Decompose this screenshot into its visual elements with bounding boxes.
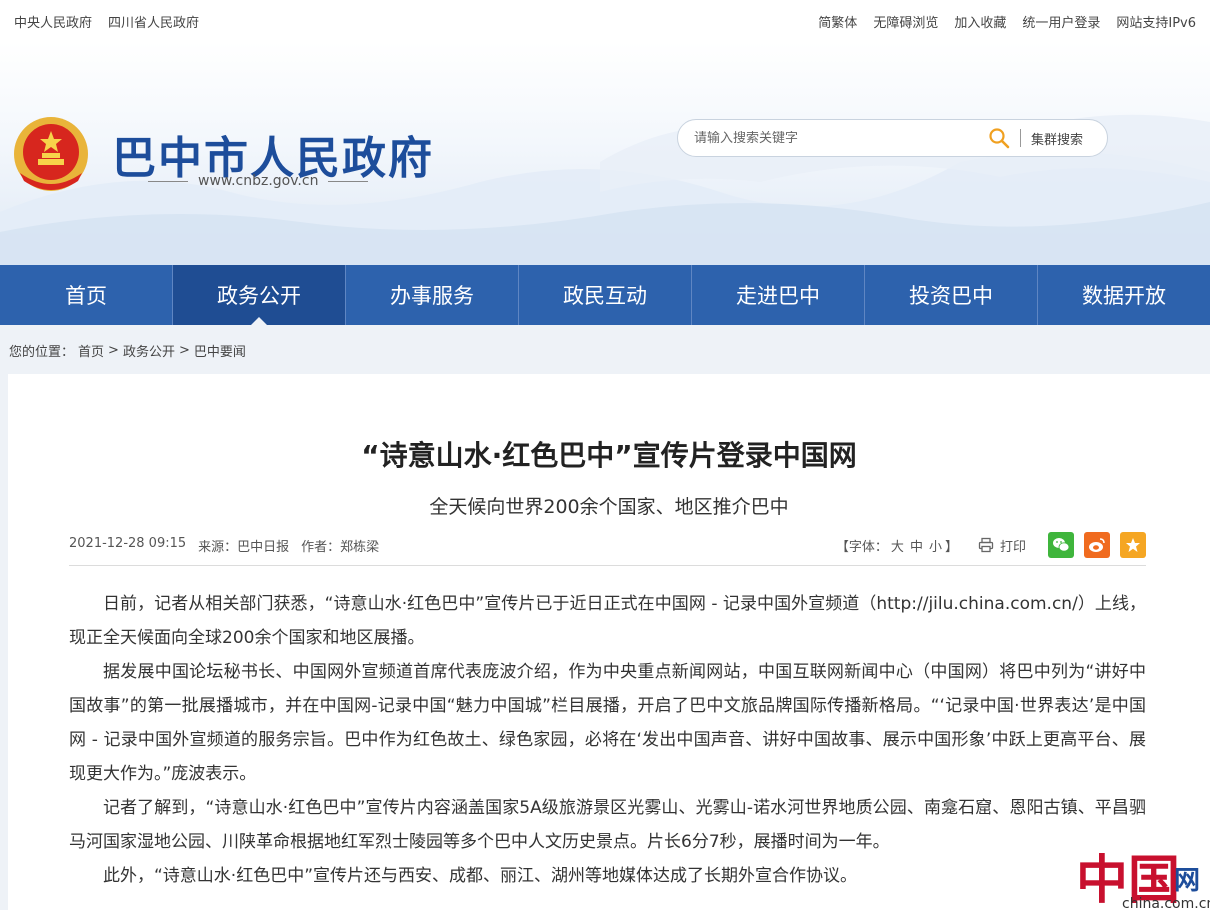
meta-tools: 【字体：大中小】 打印 [836,532,1146,558]
breadcrumb: 您的位置： 首页 > 政务公开 > 巴中要闻 [0,325,1210,375]
font-label-open: 【字体： [835,539,888,555]
article-title: “诗意山水·红色巴中”宣传片登录中国网 [361,439,857,472]
printer-icon [978,537,994,553]
link-sichuan-gov[interactable]: 四川省人民政府 [108,12,199,31]
breadcrumb-bazhong-news[interactable]: 巴中要闻 [194,341,246,360]
link-add-favorite[interactable]: 加入收藏 [954,12,1006,31]
nav-item-gov-affairs[interactable]: 政务公开 [173,265,346,325]
meta-info: 2021-12-28 09:15 来源：巴中日报 作者：郑栋梁 [69,536,379,555]
breadcrumb-separator: > [178,342,190,358]
share-favorite-button[interactable] [1120,532,1146,558]
search-icon[interactable] [988,127,1010,149]
publish-datetime: 2021-12-28 09:15 [69,535,187,551]
site-url-text: www.cnbz.gov.cn [198,173,319,189]
breadcrumb-home[interactable]: 首页 [78,341,104,360]
top-bar: 中央人民政府 四川省人民政府 简繁体 无障碍浏览 加入收藏 统一用户登录 网站支… [0,0,1210,42]
breadcrumb-separator: > [108,342,119,358]
nav-item-about-bazhong[interactable]: 走进巴中 [692,265,865,325]
search-separator [1020,129,1021,147]
share-weibo-button[interactable] [1084,532,1110,558]
article-panel: “诗意山水·红色巴中”宣传片登录中国网 全天候向世界200余个国家、地区推介巴中… [8,374,1210,910]
link-simplified-traditional[interactable]: 简繁体 [818,12,857,31]
link-accessibility[interactable]: 无障碍浏览 [873,12,938,31]
national-emblem-icon [14,117,88,191]
article-paragraph: 据发展中国论坛秘书长、中国网外宣频道首席代表庞波介绍，作为中央重点新闻网站，中国… [69,662,1146,784]
article-subtitle: 全天候向世界200余个国家、地区推介巴中 [429,496,789,518]
star-icon [1126,538,1140,552]
font-large-button[interactable]: 大 [891,540,904,555]
font-small-button[interactable]: 小 [929,540,942,555]
url-left-line [148,180,188,182]
watermark-domain: china.com.cn [1122,896,1210,910]
article-paragraph: 日前，记者从相关部门获悉，“诗意山水·红色巴中”宣传片已于近日正式在中国网 - … [69,594,1146,648]
nav-item-home[interactable]: 首页 [0,265,173,325]
nav-item-services[interactable]: 办事服务 [346,265,519,325]
china-net-watermark: 中国 网 china.com.cn [1068,830,1210,910]
header-banner: 巴中市人民政府 www.cnbz.gov.cn 集群搜索 [0,42,1210,265]
breadcrumb-prefix: 您的位置： [9,344,75,360]
font-size-control: 【字体：大中小】 [836,536,958,555]
link-ipv6[interactable]: 网站支持IPv6 [1116,12,1196,31]
article-meta: 2021-12-28 09:15 来源：巴中日报 作者：郑栋梁 【字体：大中小】… [69,532,1146,558]
cluster-search-button[interactable]: 集群搜索 [1031,129,1083,148]
top-links-right: 简繁体 无障碍浏览 加入收藏 统一用户登录 网站支持IPv6 [818,12,1196,31]
article-paragraph: 记者了解到，“诗意山水·红色巴中”宣传片内容涵盖国家5A级旅游景区光雾山、光雾山… [69,798,1146,852]
nav-item-interaction[interactable]: 政民互动 [519,265,692,325]
font-label-close: 】 [944,539,958,555]
article-paragraph: 此外，“诗意山水·红色巴中”宣传片还与西安、成都、丽江、湖州等地媒体达成了长期外… [103,866,858,886]
top-links-left: 中央人民政府 四川省人民政府 [14,12,199,31]
font-medium-button[interactable]: 中 [910,540,923,555]
search-box: 集群搜索 [677,119,1108,157]
link-central-gov[interactable]: 中央人民政府 [14,12,92,31]
site-url: www.cnbz.gov.cn [148,173,369,189]
weibo-icon [1089,538,1105,552]
url-right-line [328,180,369,182]
nav-item-investment[interactable]: 投资巴中 [865,265,1038,325]
nav-item-open-data[interactable]: 数据开放 [1038,265,1210,325]
search-input[interactable] [678,130,978,146]
print-button[interactable]: 打印 [978,536,1026,555]
watermark-logo-wang: 网 [1174,866,1201,896]
meta-divider [69,565,1146,566]
breadcrumb-gov-affairs[interactable]: 政务公开 [123,341,175,360]
article-body: 日前，记者从相关部门获悉，“诗意山水·红色巴中”宣传片已于近日正式在中国网 - … [69,587,1146,893]
article-author: 作者：郑栋梁 [301,539,380,555]
article-source: 来源：巴中日报 [198,539,290,555]
print-label: 打印 [999,539,1026,555]
main-nav: 首页 政务公开 办事服务 政民互动 走进巴中 投资巴中 数据开放 [0,265,1210,325]
link-user-login[interactable]: 统一用户登录 [1022,12,1100,31]
share-wechat-button[interactable] [1048,532,1074,558]
wechat-icon [1053,538,1070,552]
